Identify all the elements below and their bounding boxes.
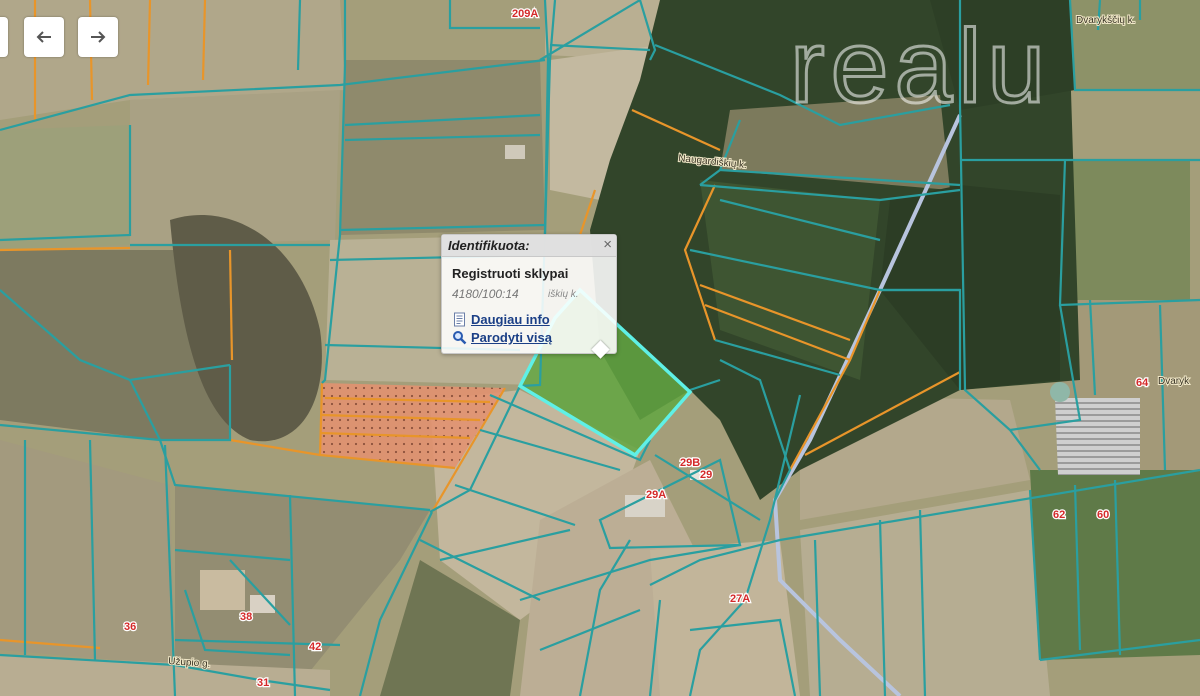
more-info-link[interactable]: Daugiau info: [452, 312, 550, 327]
field-area: [1055, 398, 1140, 475]
parcel-label: 62: [1053, 509, 1065, 521]
field-area: [0, 125, 130, 250]
show-all-link[interactable]: Parodyti visą: [452, 330, 552, 345]
field-area: [1070, 0, 1200, 90]
identify-popup: Identifikuota: × Registruoti sklypai 418…: [441, 234, 617, 354]
arrow-left-icon: [36, 31, 51, 43]
parcel-label: 29A: [646, 489, 666, 501]
document-icon: [454, 312, 465, 327]
back-button[interactable]: [24, 17, 64, 57]
parcel-label: 64: [1136, 377, 1149, 389]
parcel-label: 60: [1097, 509, 1109, 521]
parcel-label: 209A: [512, 8, 538, 20]
parcel-label: 38: [240, 611, 252, 623]
parcel-label: 27A: [730, 593, 750, 605]
close-icon[interactable]: ×: [603, 236, 612, 254]
forward-button[interactable]: [78, 17, 118, 57]
partial-map-button[interactable]: [0, 17, 8, 57]
parcel-label: 31: [257, 677, 269, 689]
show-all-label: Parodyti visą: [471, 330, 552, 345]
parcel-label: 42: [309, 641, 321, 653]
popup-section-title: Registruoti sklypai: [452, 266, 569, 281]
popup-title: Identifikuota:: [448, 238, 530, 253]
building: [200, 570, 245, 610]
popup-header: Identifikuota:: [442, 235, 616, 257]
building: [505, 145, 525, 159]
field-area: [1065, 160, 1190, 305]
watermark-logo: realu: [790, 9, 1051, 125]
parcel-label: 36: [124, 621, 136, 633]
parcel-id-link[interactable]: 4180/100:14: [452, 287, 519, 301]
parcel-label: 29: [700, 469, 712, 481]
arrow-right-icon: [91, 31, 106, 43]
magnifier-icon: [453, 331, 467, 345]
pond: [1050, 382, 1070, 402]
more-info-label: Daugiau info: [471, 312, 550, 327]
parcel-label: 29B: [680, 457, 700, 469]
village-label: Dvaryk: [1158, 376, 1190, 387]
village-label: Dvarykščių k.: [1076, 15, 1135, 26]
parcel-id-suffix: iškių k.: [548, 289, 579, 300]
